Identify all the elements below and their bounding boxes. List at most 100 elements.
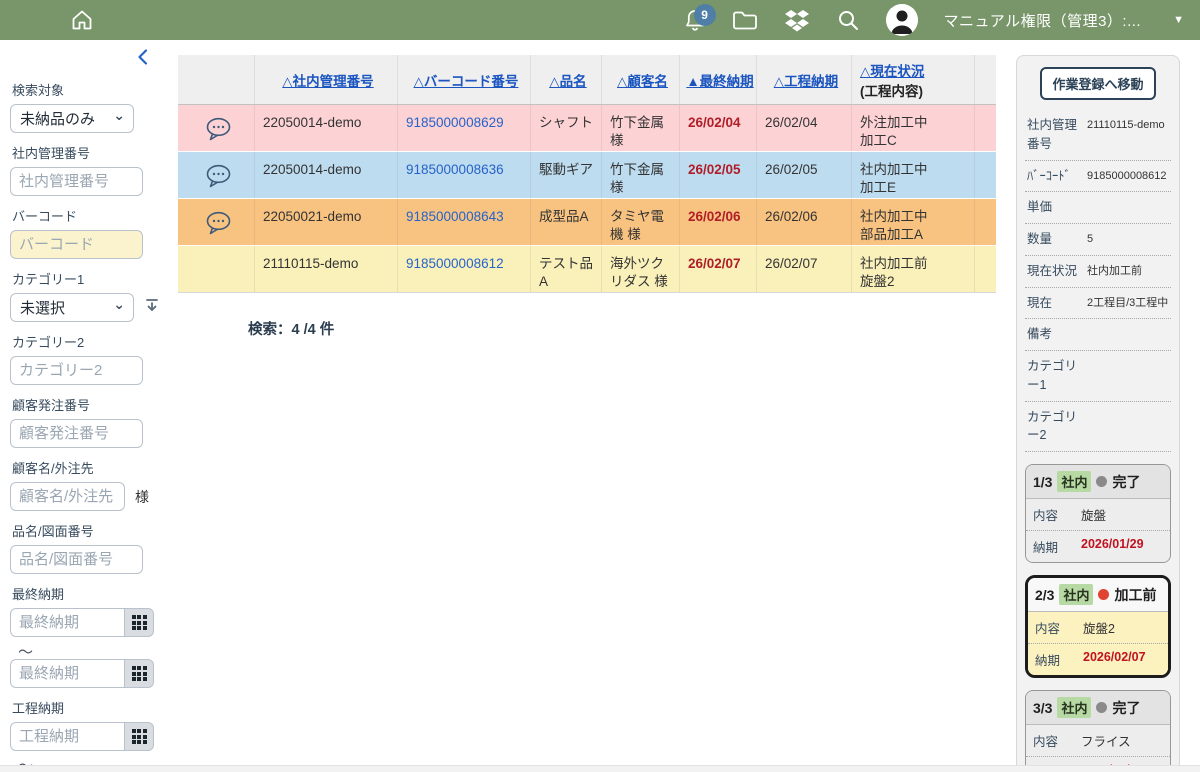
category2-input[interactable]	[10, 356, 143, 385]
app-window: 9 マニュアル権限（管理3）:... ▼ 検索対象 未納品のみ	[0, 0, 1200, 772]
final-due-to-input[interactable]	[10, 659, 125, 688]
process-type-badge: 社内	[1057, 697, 1091, 718]
calendar-icon[interactable]	[125, 722, 154, 751]
topbar: 9 マニュアル権限（管理3）:... ▼	[0, 0, 1200, 40]
menu-icon[interactable]	[16, 11, 42, 29]
search-target-select[interactable]: 未納品のみ	[10, 104, 134, 133]
customer-name-input[interactable]	[10, 482, 125, 511]
process-step: 2/3	[1035, 587, 1054, 603]
cell-product: テスト品A	[531, 246, 602, 292]
detail-field: 現在2工程目/3工程中	[1025, 288, 1171, 320]
cell-internal-no: 22050021-demo	[255, 199, 398, 245]
customer-order-label: 顧客発注番号	[12, 395, 168, 414]
chat-bubble-icon[interactable]	[205, 164, 232, 194]
results-table: △社内管理番号 △バーコード番号 △品名 △顧客名 ▲最終納期 △工程納期 △現…	[178, 55, 996, 293]
table-row[interactable]: 22050021-demo 9185000008643 成型品A タミヤ電機 様…	[178, 199, 996, 246]
chat-bubble-icon[interactable]	[205, 211, 232, 241]
table-row[interactable]: 22050014-demo 9185000008629 シャフト 竹下金属 様 …	[178, 105, 996, 152]
process-content: 旋盤2	[1083, 618, 1115, 637]
user-menu-label[interactable]: マニュアル権限（管理3）:...	[944, 10, 1142, 31]
search-sidebar: 検索対象 未納品のみ 社内管理番号 バーコード カテゴリー1 未選択 カテゴリー…	[0, 40, 178, 765]
process-step: 3/3	[1033, 700, 1052, 716]
final-due-from-input[interactable]	[10, 608, 125, 637]
internal-no-input[interactable]	[10, 167, 143, 196]
cell-customer: 竹下金属 様	[602, 152, 680, 198]
cell-customer: 海外ツクリダス 様	[602, 246, 680, 292]
process-due-date: 2026/02/07	[1083, 650, 1146, 669]
process-due-from-input[interactable]	[10, 722, 125, 751]
user-avatar[interactable]	[886, 4, 918, 36]
product-name-input[interactable]	[10, 545, 143, 574]
horizontal-scrollbar[interactable]	[0, 765, 1200, 772]
go-to-work-registration-button[interactable]: 作業登録へ移動	[1040, 67, 1155, 100]
detail-panel: 作業登録へ移動 社内管理番号21110115-demo ﾊﾞｰｺｰﾄﾞ91850…	[1016, 55, 1180, 772]
internal-no-label: 社内管理番号	[12, 143, 168, 162]
barcode-link[interactable]: 9185000008629	[406, 115, 504, 130]
table-row[interactable]: 22050014-demo 9185000008636 駆動ギア 竹下金属 様 …	[178, 152, 996, 199]
cell-process-due: 26/02/06	[757, 199, 852, 245]
search-target-label: 検索対象	[12, 80, 168, 99]
table-row[interactable]: 21110115-demo 9185000008612 テスト品A 海外ツクリダ…	[178, 246, 996, 293]
detail-field: ﾊﾞｰｺｰﾄﾞ9185000008612	[1025, 161, 1171, 193]
cell-internal-no: 22050014-demo	[255, 105, 398, 151]
home-icon[interactable]	[70, 8, 94, 32]
category1-label: カテゴリー1	[12, 269, 168, 288]
status-dot-icon	[1096, 702, 1107, 713]
cell-final-due: 26/02/04	[688, 115, 741, 130]
barcode-link[interactable]: 9185000008612	[406, 256, 504, 271]
chat-bubble-icon[interactable]	[205, 117, 232, 147]
cell-final-due: 26/02/06	[688, 209, 741, 224]
result-count: 検索：4 /4 件	[248, 318, 334, 339]
barcode-link[interactable]: 9185000008636	[406, 162, 504, 177]
barcode-label: バーコード	[12, 206, 168, 225]
category2-label: カテゴリー2	[12, 332, 168, 351]
process-status: 完了	[1112, 472, 1140, 492]
cell-customer: 竹下金属 様	[602, 105, 680, 151]
scroll-to-bottom-icon[interactable]	[144, 297, 160, 318]
status-dot-icon	[1096, 476, 1107, 487]
sort-product[interactable]: △品名	[549, 70, 586, 90]
process-content: フライス	[1081, 731, 1131, 750]
barcode-input[interactable]	[10, 230, 143, 259]
process-card-3[interactable]: 3/3 社内 完了 内容フライス 納期2026/01/27	[1025, 690, 1171, 772]
sort-process-due[interactable]: △工程納期	[774, 70, 838, 90]
customer-order-input[interactable]	[10, 419, 143, 448]
status-subheader: (工程内容)	[860, 80, 923, 100]
dropbox-icon[interactable]	[784, 8, 810, 32]
sort-barcode[interactable]: △バーコード番号	[414, 70, 519, 90]
final-due-label: 最終納期	[12, 584, 168, 603]
status-dot-icon	[1098, 589, 1109, 600]
cell-process-due: 26/02/05	[757, 152, 852, 198]
customer-suffix-label: 様	[135, 487, 149, 507]
table-header-row: △社内管理番号 △バーコード番号 △品名 △顧客名 ▲最終納期 △工程納期 △現…	[178, 55, 996, 105]
process-card-2-selected[interactable]: 2/3 社内 加工前 内容旋盤2 納期2026/02/07	[1025, 575, 1171, 678]
customer-name-label: 顧客名/外注先	[12, 458, 168, 477]
sort-status[interactable]: △現在状況	[860, 60, 924, 80]
notification-count-badge: 9	[694, 4, 716, 26]
process-status: 完了	[1112, 698, 1140, 718]
notifications-bell-icon[interactable]: 9	[684, 8, 706, 32]
sort-customer[interactable]: △顧客名	[617, 70, 668, 90]
sort-final-due[interactable]: ▲最終納期	[686, 70, 753, 90]
calendar-icon[interactable]	[125, 608, 154, 637]
process-content: 旋盤	[1081, 505, 1106, 524]
search-icon[interactable]	[836, 8, 860, 32]
category1-select[interactable]: 未選択	[10, 293, 134, 322]
sort-internal-no[interactable]: △社内管理番号	[282, 70, 373, 90]
barcode-link[interactable]: 9185000008643	[406, 209, 504, 224]
cell-final-due: 26/02/07	[688, 256, 741, 271]
detail-field: カテゴリー1	[1025, 351, 1171, 402]
range-separator: ～	[18, 641, 168, 659]
process-card-1[interactable]: 1/3 社内 完了 内容旋盤 納期2026/01/29	[1025, 464, 1171, 563]
detail-field: 現在状況社内加工前	[1025, 256, 1171, 288]
cell-status: 外注加工中加工C	[852, 105, 975, 151]
collapse-sidebar-icon[interactable]	[136, 48, 150, 70]
folder-icon[interactable]	[732, 9, 758, 31]
detail-field: 社内管理番号21110115-demo	[1025, 110, 1171, 161]
process-type-badge: 社内	[1057, 471, 1091, 492]
process-due-label: 工程納期	[12, 698, 168, 717]
calendar-icon[interactable]	[125, 659, 154, 688]
cell-product: 成型品A	[531, 199, 602, 245]
detail-field: 備考	[1025, 319, 1171, 351]
chevron-down-icon[interactable]: ▼	[1173, 14, 1184, 26]
